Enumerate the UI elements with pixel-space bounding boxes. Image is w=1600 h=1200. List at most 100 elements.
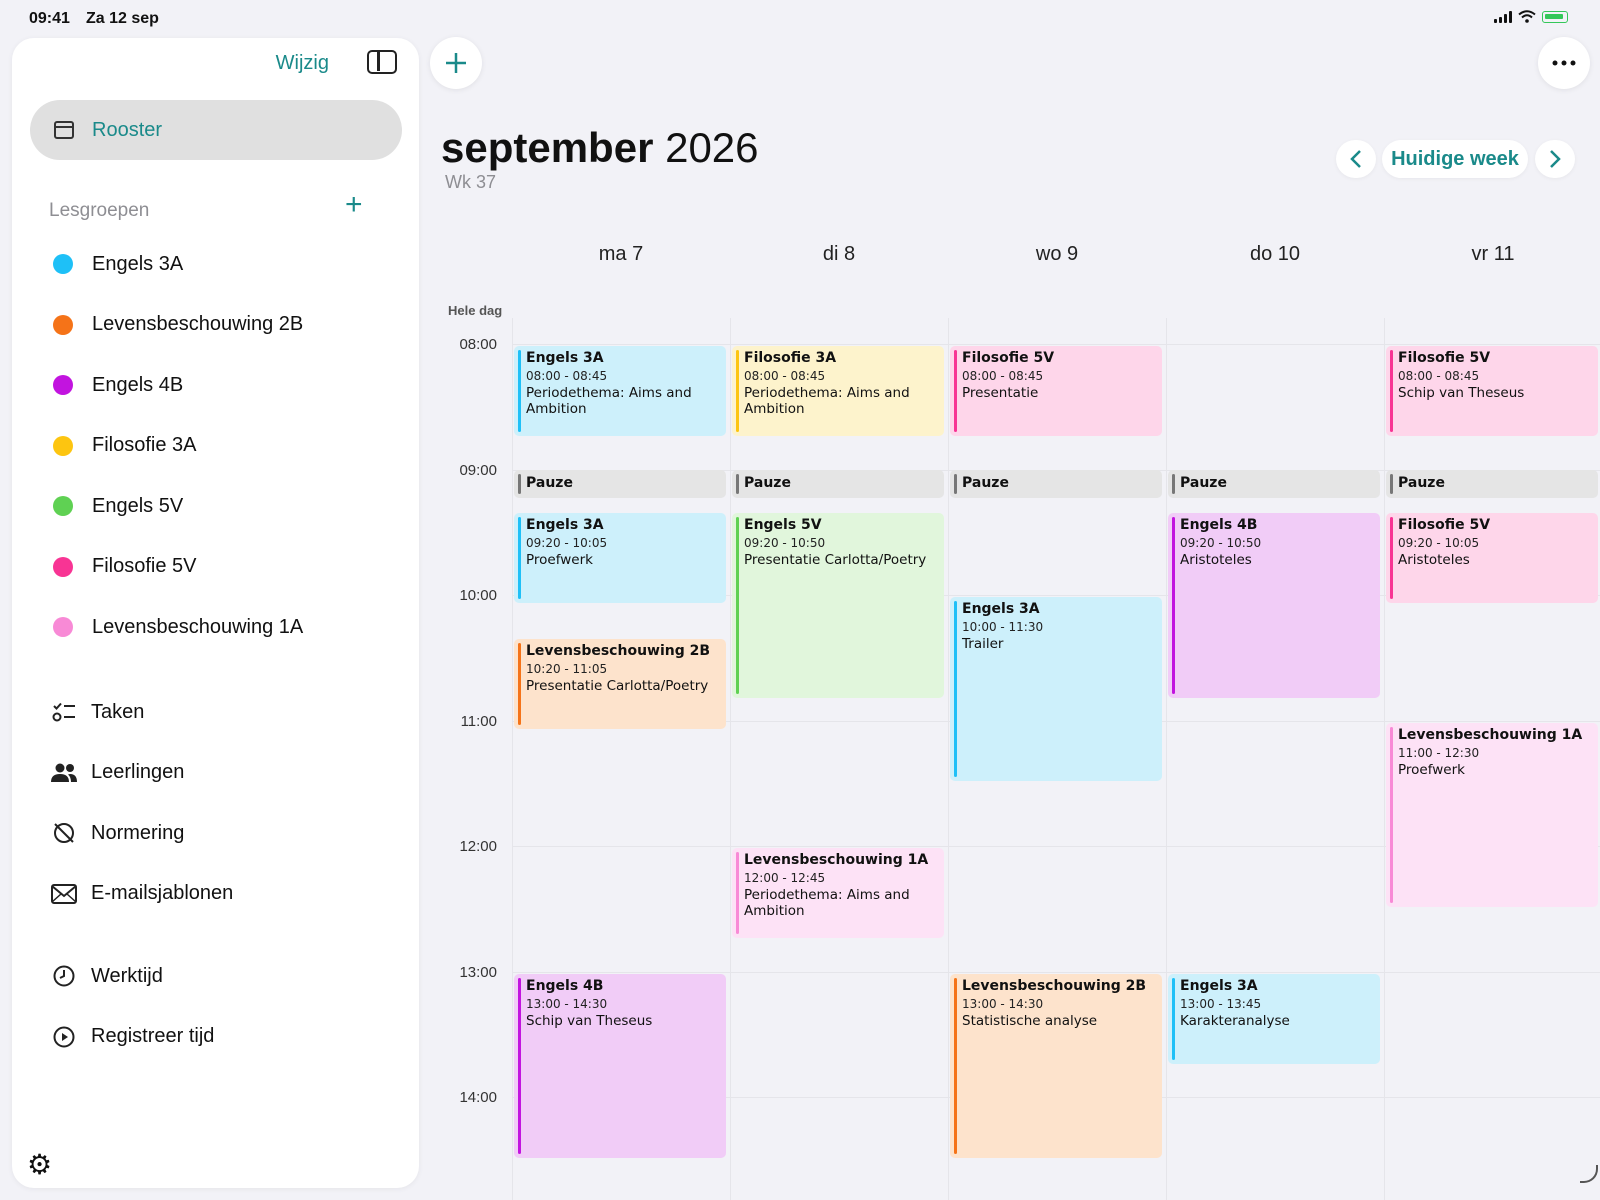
event-time: 09:20 - 10:05 xyxy=(1398,536,1480,551)
sidebar-toggle-icon[interactable] xyxy=(367,50,397,74)
pause-block[interactable]: Pauze xyxy=(1168,469,1380,498)
wifi-icon xyxy=(1518,10,1536,23)
event-color-bar xyxy=(1390,350,1393,433)
sidebar-item-label: Werktijd xyxy=(91,964,163,987)
clock-icon xyxy=(51,963,77,989)
sidebar-item-werktijd[interactable]: Werktijd xyxy=(12,946,419,1007)
status-icons xyxy=(1494,10,1568,23)
sidebar-item-taken[interactable]: Taken xyxy=(12,682,419,743)
hour-label: 08:00 xyxy=(459,336,497,353)
group-color-dot xyxy=(53,314,73,335)
envelope-icon xyxy=(51,881,77,907)
group-label: Engels 4B xyxy=(92,373,184,396)
group-item[interactable]: Engels 5V xyxy=(12,476,419,537)
event-color-bar xyxy=(954,601,957,778)
group-color-dot xyxy=(53,375,73,396)
sidebar-item-label: Taken xyxy=(91,700,145,723)
month-label: september xyxy=(441,124,654,171)
sidebar-item-label: Rooster xyxy=(92,118,163,141)
calendar-event[interactable]: Engels 5V 09:20 - 10:50 Presentatie Carlot… xyxy=(732,513,944,698)
calendar-event[interactable]: Filosofie 3A 08:00 - 08:45 Periodethema: A… xyxy=(732,346,944,437)
event-time: 10:00 - 11:30 xyxy=(962,620,1044,634)
event-time: 13:00 - 14:30 xyxy=(526,996,608,1011)
group-item[interactable]: Levensbeschouwing 2B xyxy=(12,295,419,356)
previous-week-button[interactable] xyxy=(1336,140,1376,178)
more-options-button[interactable] xyxy=(1538,37,1590,89)
add-event-button[interactable] xyxy=(430,37,482,89)
group-color-dot xyxy=(53,617,73,638)
hour-label: 12:00 xyxy=(459,838,497,855)
calendar-event[interactable]: Levensbeschouwing 2B 10:20 - 11:05 Present… xyxy=(514,638,726,729)
play-circle-icon xyxy=(51,1024,77,1050)
event-time: 08:00 - 08:45 xyxy=(1398,369,1480,383)
pause-block[interactable]: Pauze xyxy=(1386,469,1598,498)
page-title: september 2026 xyxy=(441,124,759,172)
next-week-button[interactable] xyxy=(1535,140,1575,178)
calendar-event[interactable]: Levensbeschouwing 2B 13:00 - 14:30 Statist… xyxy=(950,973,1162,1158)
group-label: Engels 3A xyxy=(92,252,184,275)
event-time: 08:00 - 08:45 xyxy=(744,369,826,383)
calendar-event[interactable]: Engels 3A 10:00 - 11:30 Trailer xyxy=(950,597,1162,782)
week-number: Wk 37 xyxy=(445,172,497,192)
current-week-button[interactable]: Huidige week xyxy=(1382,140,1528,178)
calendar-grid[interactable]: Pauze Pauze Pauze Pauze Pauze Engels 3A 08:00 … xyxy=(512,318,1600,1200)
sidebar-item-registreer-tijd[interactable]: Registreer tijd xyxy=(12,1007,419,1068)
sidebar-item-normering[interactable]: Normering xyxy=(12,803,419,864)
event-description: Proefwerk xyxy=(526,552,593,569)
group-label: Filosofie 5V xyxy=(92,555,197,578)
event-description: Proefwerk xyxy=(1398,761,1465,778)
sidebar-item-leerlingen[interactable]: Leerlingen xyxy=(12,743,419,804)
add-group-button[interactable]: + xyxy=(345,190,363,220)
calendar-event[interactable]: Engels 3A 13:00 - 13:45 Karakteranalyse xyxy=(1168,973,1380,1064)
group-item[interactable]: Engels 4B xyxy=(12,355,419,416)
edit-button[interactable]: Wijzig xyxy=(276,52,329,75)
event-description: Schip van Theseus xyxy=(526,1012,653,1029)
event-color-bar xyxy=(518,642,521,725)
status-time: 09:41 xyxy=(29,10,70,27)
calendar-event[interactable]: Engels 3A 09:20 - 10:05 Proefwerk xyxy=(514,513,726,604)
pause-label: Pauze xyxy=(1398,474,1445,491)
event-time: 09:20 - 10:50 xyxy=(1180,536,1262,551)
calendar-event[interactable]: Levensbeschouwing 1A 11:00 - 12:30 Proefwe… xyxy=(1386,722,1598,907)
event-description: Periodethema: Aims and Ambition xyxy=(526,385,692,417)
hour-label: 11:00 xyxy=(460,713,497,730)
settings-gear-icon[interactable]: ⚙ xyxy=(27,1150,57,1180)
pause-block[interactable]: Pauze xyxy=(950,469,1162,498)
calendar-event[interactable]: Filosofie 5V 08:00 - 08:45 Presentatie xyxy=(950,346,1162,437)
people-icon xyxy=(51,760,77,786)
sidebar-nav-time: Werktijd Registreer tijd xyxy=(12,946,419,1067)
sidebar-item-label: Registreer tijd xyxy=(91,1025,215,1048)
calendar-event[interactable]: Filosofie 5V 08:00 - 08:45 Schip van These… xyxy=(1386,346,1598,437)
group-color-dot xyxy=(53,435,73,456)
calendar-event[interactable]: Engels 4B 13:00 - 14:30 Schip van Theseus xyxy=(514,973,726,1158)
calendar-event[interactable]: Levensbeschouwing 1A 12:00 - 12:45 Periode… xyxy=(732,848,944,939)
pause-block[interactable]: Pauze xyxy=(732,469,944,498)
sidebar: Wijzig Rooster Lesgroepen + Engels 3A Le… xyxy=(12,38,419,1188)
group-item[interactable]: Filosofie 5V xyxy=(12,537,419,598)
group-item[interactable]: Levensbeschouwing 1A xyxy=(12,597,419,658)
calendar-event[interactable]: Engels 4B 09:20 - 10:50 Aristoteles xyxy=(1168,513,1380,698)
event-color-bar xyxy=(1390,473,1393,494)
group-label: Levensbeschouwing 2B xyxy=(92,313,304,336)
event-color-bar xyxy=(1172,473,1175,494)
event-title: Engels 5V xyxy=(744,517,822,534)
calendar-event[interactable]: Engels 3A 08:00 - 08:45 Periodethema: Aims… xyxy=(514,346,726,437)
calendar-icon xyxy=(54,121,74,139)
sidebar-item-label: Leerlingen xyxy=(91,761,185,784)
section-title-lesgroepen: Lesgroepen xyxy=(49,200,150,221)
event-title: Filosofie 5V xyxy=(1398,517,1491,534)
group-item[interactable]: Engels 3A xyxy=(12,234,419,295)
event-title: Filosofie 3A xyxy=(744,350,837,366)
pause-label: Pauze xyxy=(962,474,1009,491)
event-time: 11:00 - 12:30 xyxy=(1398,745,1480,760)
event-color-bar xyxy=(736,517,739,694)
group-item[interactable]: Filosofie 3A xyxy=(12,416,419,477)
group-color-dot xyxy=(53,254,73,275)
calendar-event[interactable]: Filosofie 5V 09:20 - 10:05 Aristoteles xyxy=(1386,513,1598,604)
event-time: 09:20 - 10:50 xyxy=(744,536,826,551)
sidebar-item-rooster[interactable]: Rooster xyxy=(30,100,402,160)
sidebar-item-emailsjablonen[interactable]: E-mailsjablonen xyxy=(12,864,419,925)
event-color-bar xyxy=(954,350,957,433)
pause-block[interactable]: Pauze xyxy=(514,469,726,498)
event-title: Engels 4B xyxy=(526,977,604,994)
